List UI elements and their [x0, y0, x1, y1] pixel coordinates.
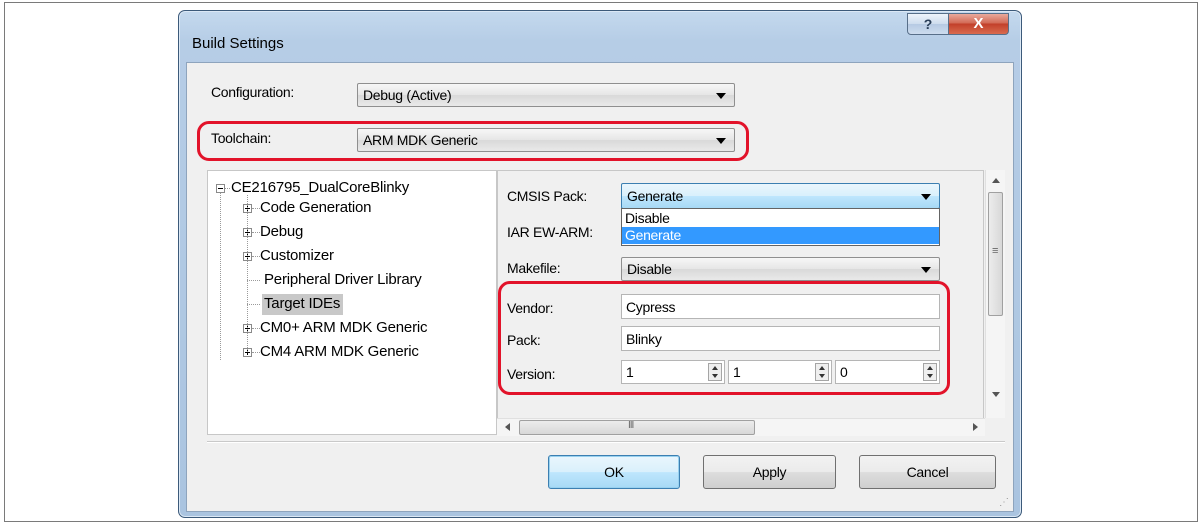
tree-item-peripheral-driver-library[interactable]: Peripheral Driver Library [264, 271, 422, 288]
scroll-right-icon[interactable] [973, 423, 978, 431]
tree-item-cm4-arm-mdk[interactable]: CM4 ARM MDK Generic [260, 343, 419, 360]
scroll-left-icon[interactable] [505, 423, 510, 431]
dropdown-option-generate[interactable]: Generate [622, 227, 939, 244]
cmsis-pack-label: CMSIS Pack: [507, 188, 587, 204]
close-icon: X [973, 15, 984, 32]
configuration-label: Configuration: [211, 84, 294, 100]
version-major-stepper[interactable]: 1 [621, 360, 725, 384]
makefile-select[interactable]: Disable [621, 257, 940, 281]
vendor-label: Vendor: [507, 300, 554, 316]
collapse-icon[interactable] [216, 184, 225, 193]
version-patch-stepper[interactable]: 0 [835, 360, 940, 384]
properties-horizontal-scrollbar[interactable]: III [497, 418, 985, 436]
version-minor-value: 1 [733, 364, 741, 380]
tree-item-code-generation[interactable]: Code Generation [260, 199, 371, 216]
spin-arrows-icon[interactable] [815, 363, 829, 381]
dropdown-option-disable[interactable]: Disable [622, 210, 939, 227]
spin-arrows-icon[interactable] [923, 363, 937, 381]
tree-item-debug[interactable]: Debug [260, 223, 303, 240]
settings-tree: CE216795_DualCoreBlinky Code Generation … [207, 170, 497, 435]
properties-vertical-scrollbar[interactable]: ≡ [985, 170, 1005, 418]
makefile-label: Makefile: [507, 260, 561, 276]
horizontal-scroll-thumb[interactable]: III [519, 420, 755, 435]
cmsis-pack-select[interactable]: Generate [621, 183, 940, 209]
help-icon: ? [923, 16, 933, 32]
version-patch-value: 0 [840, 364, 848, 380]
pack-value: Blinky [626, 331, 662, 347]
grip-icon: ≡ [992, 245, 999, 257]
spin-arrows-icon[interactable] [708, 363, 722, 381]
cmsis-pack-value: Generate [627, 188, 683, 204]
resize-grip-icon[interactable]: ⋰ [999, 497, 1009, 508]
cancel-button[interactable]: Cancel [859, 455, 996, 489]
version-major-value: 1 [626, 364, 634, 380]
pack-field[interactable]: Blinky [621, 326, 940, 351]
help-button[interactable]: ? [907, 13, 949, 35]
iar-ew-arm-label: IAR EW-ARM: [507, 224, 593, 240]
toolchain-select[interactable]: ARM MDK Generic [357, 128, 735, 152]
vertical-scroll-thumb[interactable]: ≡ [988, 192, 1003, 316]
version-label: Version: [507, 366, 556, 382]
scroll-up-icon[interactable] [992, 178, 1000, 183]
vendor-value: Cypress [626, 299, 676, 315]
scroll-down-icon[interactable] [992, 392, 1000, 397]
chevron-down-icon [716, 93, 726, 99]
grip-icon: III [628, 420, 634, 431]
tree-item-cm0-arm-mdk[interactable]: CM0+ ARM MDK Generic [260, 319, 427, 336]
pack-label: Pack: [507, 332, 541, 348]
tree-item-target-ides[interactable]: Target IDEs [264, 295, 340, 312]
dialog-client-area: Configuration: Debug (Active) Toolchain:… [186, 62, 1014, 512]
version-minor-stepper[interactable]: 1 [728, 360, 832, 384]
build-settings-dialog: Build Settings ? X Configuration: Debug … [178, 10, 1022, 518]
configuration-value: Debug (Active) [363, 87, 452, 103]
vendor-field[interactable]: Cypress [621, 294, 940, 319]
chevron-down-icon [716, 138, 726, 144]
dialog-title: Build Settings [192, 35, 284, 52]
apply-button[interactable]: Apply [703, 455, 836, 489]
tree-item-customizer[interactable]: Customizer [260, 247, 334, 264]
ok-button[interactable]: OK [548, 455, 680, 489]
makefile-value: Disable [627, 261, 672, 277]
configuration-select[interactable]: Debug (Active) [357, 83, 735, 107]
chevron-down-icon [921, 267, 931, 273]
close-button[interactable]: X [948, 13, 1009, 35]
tree-root[interactable]: CE216795_DualCoreBlinky [231, 179, 409, 196]
cmsis-pack-dropdown: Disable Generate [621, 208, 940, 246]
chevron-down-icon [921, 194, 931, 200]
toolchain-label: Toolchain: [211, 130, 272, 146]
toolchain-value: ARM MDK Generic [363, 132, 478, 148]
divider [207, 441, 1005, 443]
